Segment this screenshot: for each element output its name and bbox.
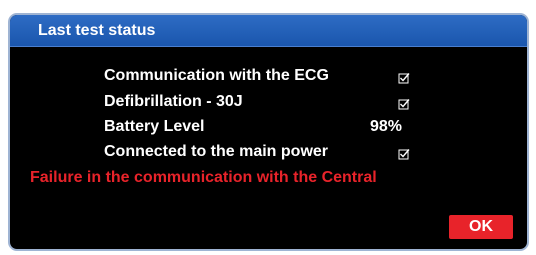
error-message: Failure in the communication with the Ce… — [30, 169, 377, 186]
battery-level-value: 98% — [370, 118, 403, 135]
status-label: Defibrillation - 30J — [104, 93, 243, 110]
test-status-dialog: Last test status Communication with the … — [8, 13, 529, 251]
check-icon — [398, 98, 410, 110]
ok-button[interactable]: OK — [449, 215, 513, 239]
status-label: Communication with the ECG — [104, 67, 329, 84]
check-icon — [398, 148, 410, 160]
dialog-title: Last test status — [10, 15, 527, 47]
status-label: Connected to the main power — [104, 143, 329, 160]
check-icon — [398, 72, 410, 84]
status-label: Battery Level — [104, 118, 205, 135]
